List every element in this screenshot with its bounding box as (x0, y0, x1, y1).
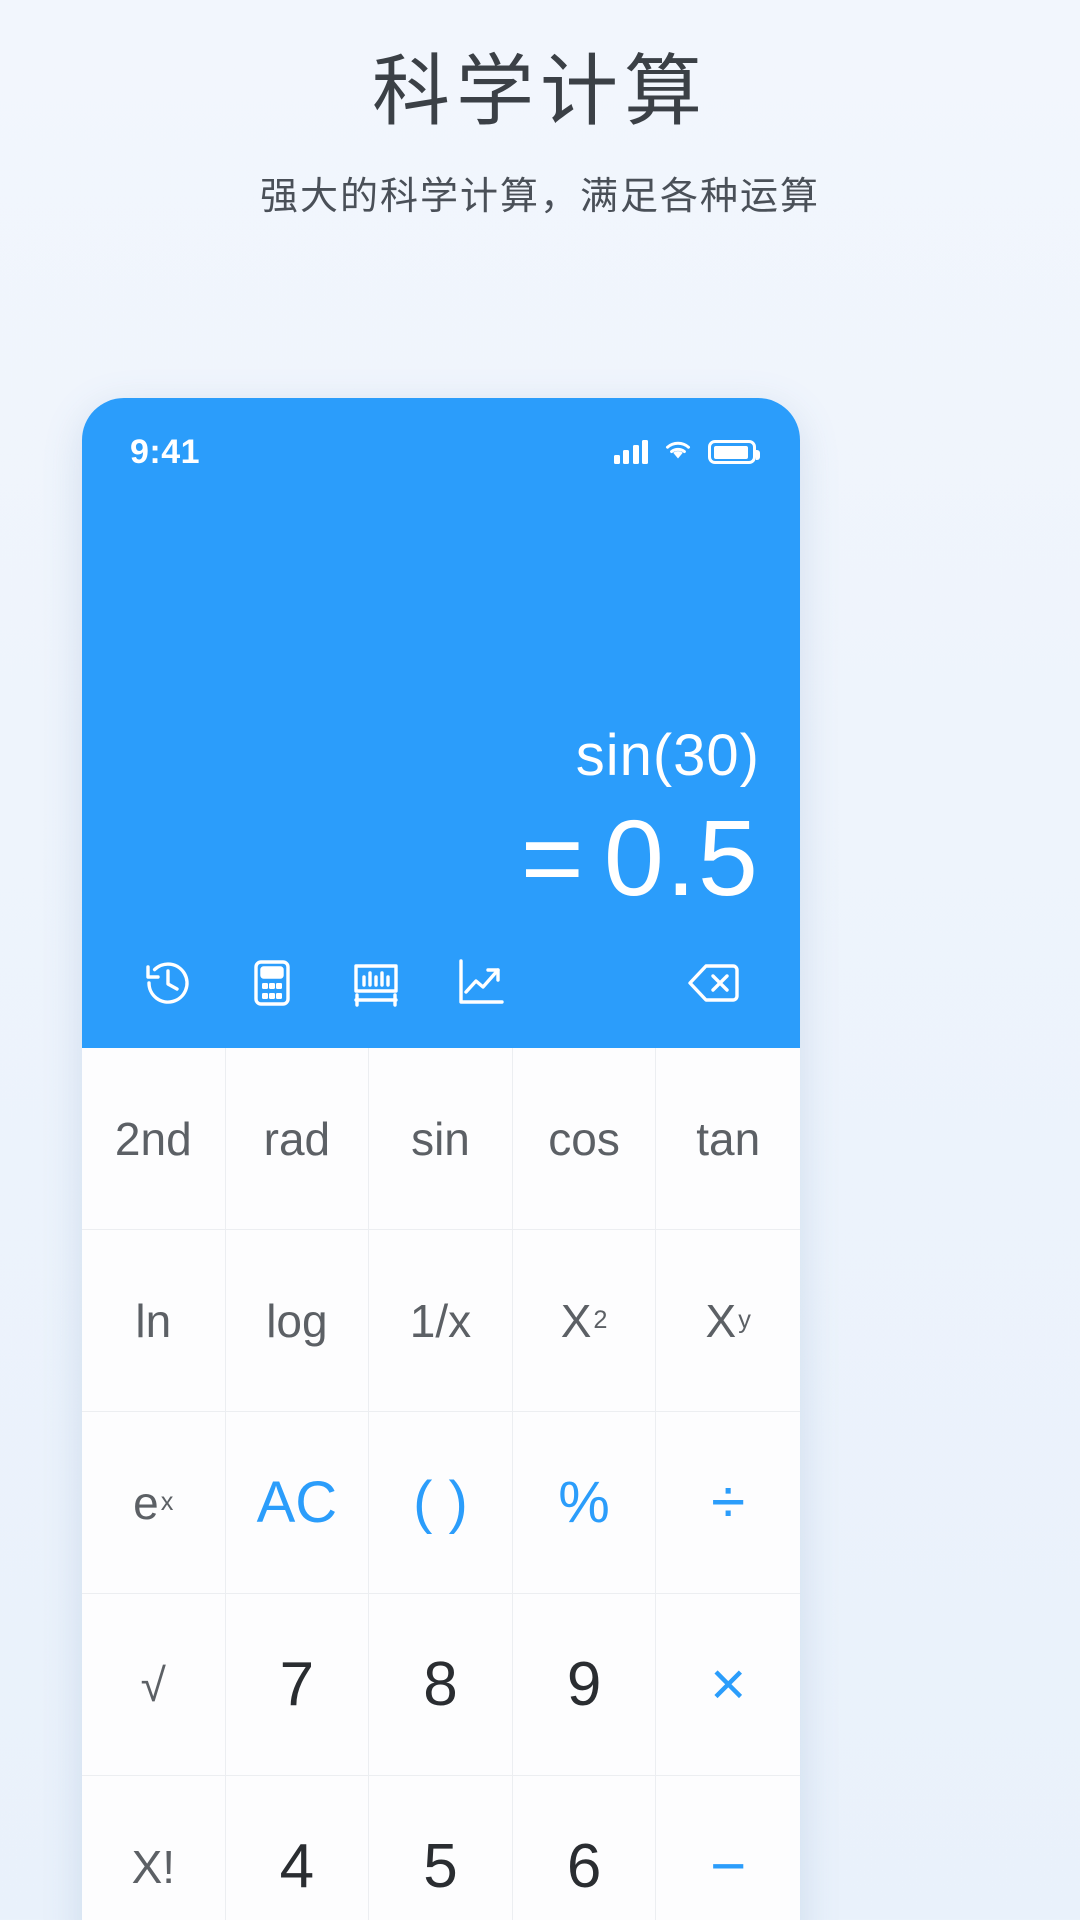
key-label: X! (131, 1840, 176, 1893)
calculation-display: sin(30) = 0.5 (521, 723, 760, 918)
key-label: 1/x (409, 1294, 472, 1347)
calculator-keypad: 2nd rad sin cos tan ln log 1/x X 2 Xy e x AC( )% ÷ √ 7 8 9… (82, 1048, 800, 1920)
phone-mockup: 9:41 sin(30) = 0.5 2nd rad sin cos tan l… (82, 398, 800, 1920)
key-label: 8 (423, 1650, 458, 1719)
key-x-y[interactable]: Xy (656, 1230, 800, 1412)
key-label: ÷ (711, 1468, 746, 1537)
key-[interactable]: × (656, 1594, 800, 1776)
key-label: − (710, 1832, 747, 1901)
key-label: % (558, 1470, 610, 1535)
calculator-icon (244, 955, 300, 1011)
key-label: rad (263, 1112, 331, 1165)
key-label: 5 (423, 1832, 458, 1901)
key-9[interactable]: 9 (512, 1594, 657, 1776)
history-icon (140, 955, 196, 1011)
key-label: sin (411, 1112, 470, 1165)
key-5[interactable]: 5 (369, 1776, 513, 1920)
calculator-display-area: 9:41 sin(30) = 0.5 (82, 398, 800, 1048)
key-e-x[interactable]: ex (82, 1412, 226, 1594)
key-rad[interactable]: rad (225, 1048, 370, 1230)
status-time: 9:41 (130, 432, 201, 471)
key-cos[interactable]: cos (512, 1048, 657, 1230)
key-log[interactable]: log (225, 1230, 370, 1412)
key-[interactable]: % (512, 1412, 657, 1594)
key-label: ( ) (413, 1470, 468, 1535)
key-label: 9 (566, 1650, 602, 1719)
key-label: AC (256, 1470, 338, 1535)
unit-converter-icon (348, 955, 404, 1011)
key-label: √ (140, 1658, 166, 1711)
backspace-button[interactable] (662, 941, 766, 1025)
history-button[interactable] (116, 941, 220, 1025)
trend-chart-icon (452, 955, 508, 1011)
key-label: 6 (566, 1832, 602, 1901)
expression-text: sin(30) (575, 722, 760, 788)
key-label: 4 (279, 1832, 315, 1901)
calculator-button[interactable] (220, 941, 324, 1025)
key-label: 2nd (114, 1112, 192, 1165)
key-label: X (560, 1294, 592, 1347)
key-6[interactable]: 6 (512, 1776, 657, 1920)
key-4[interactable]: 4 (225, 1776, 370, 1920)
promo-header: 科学计算 强大的科学计算，满足各种运算 (0, 0, 1080, 220)
key-label: X (705, 1294, 737, 1347)
result-value: 0.5 (603, 797, 760, 919)
key-7[interactable]: 7 (225, 1594, 370, 1776)
key-label: ln (135, 1294, 172, 1347)
key-label: 7 (279, 1650, 315, 1719)
wifi-icon (662, 438, 694, 467)
key-superscript: 2 (593, 1306, 608, 1334)
key-label: cos (548, 1112, 620, 1165)
page-title: 科学计算 (371, 47, 708, 135)
signal-icon (613, 440, 648, 464)
key-label: tan (696, 1112, 761, 1165)
key-[interactable]: ÷ (656, 1412, 800, 1594)
key-[interactable]: − (656, 1776, 800, 1920)
key-8[interactable]: 8 (369, 1594, 513, 1776)
status-bar: 9:41 (82, 398, 800, 484)
battery-icon (708, 440, 760, 464)
result-text: = 0.5 (520, 797, 760, 919)
key-1x[interactable]: 1/x (369, 1230, 513, 1412)
key-superscript: y (738, 1306, 751, 1334)
display-toolbar (82, 930, 800, 1048)
equals-sign: = (520, 797, 586, 919)
status-icons (613, 438, 760, 467)
key-superscript: x (160, 1488, 174, 1516)
backspace-icon (685, 954, 743, 1012)
key-tan[interactable]: tan (656, 1048, 800, 1230)
key-x[interactable]: X! (82, 1776, 226, 1920)
key-sin[interactable]: sin (369, 1048, 513, 1230)
unit-converter-button[interactable] (324, 941, 428, 1025)
key-x-2[interactable]: X2 (512, 1230, 657, 1412)
key-ln[interactable]: ln (82, 1230, 226, 1412)
key-2nd[interactable]: 2nd (82, 1048, 226, 1230)
key-label: × (710, 1650, 747, 1719)
key-ac[interactable]: AC (225, 1412, 370, 1594)
page-subtitle: 强大的科学计算，满足各种运算 (259, 176, 820, 219)
key-[interactable]: ( ) (369, 1412, 513, 1594)
key-[interactable]: √ (82, 1594, 226, 1776)
trend-chart-button[interactable] (428, 941, 532, 1025)
key-label: e (133, 1476, 159, 1529)
key-label: log (266, 1294, 328, 1347)
